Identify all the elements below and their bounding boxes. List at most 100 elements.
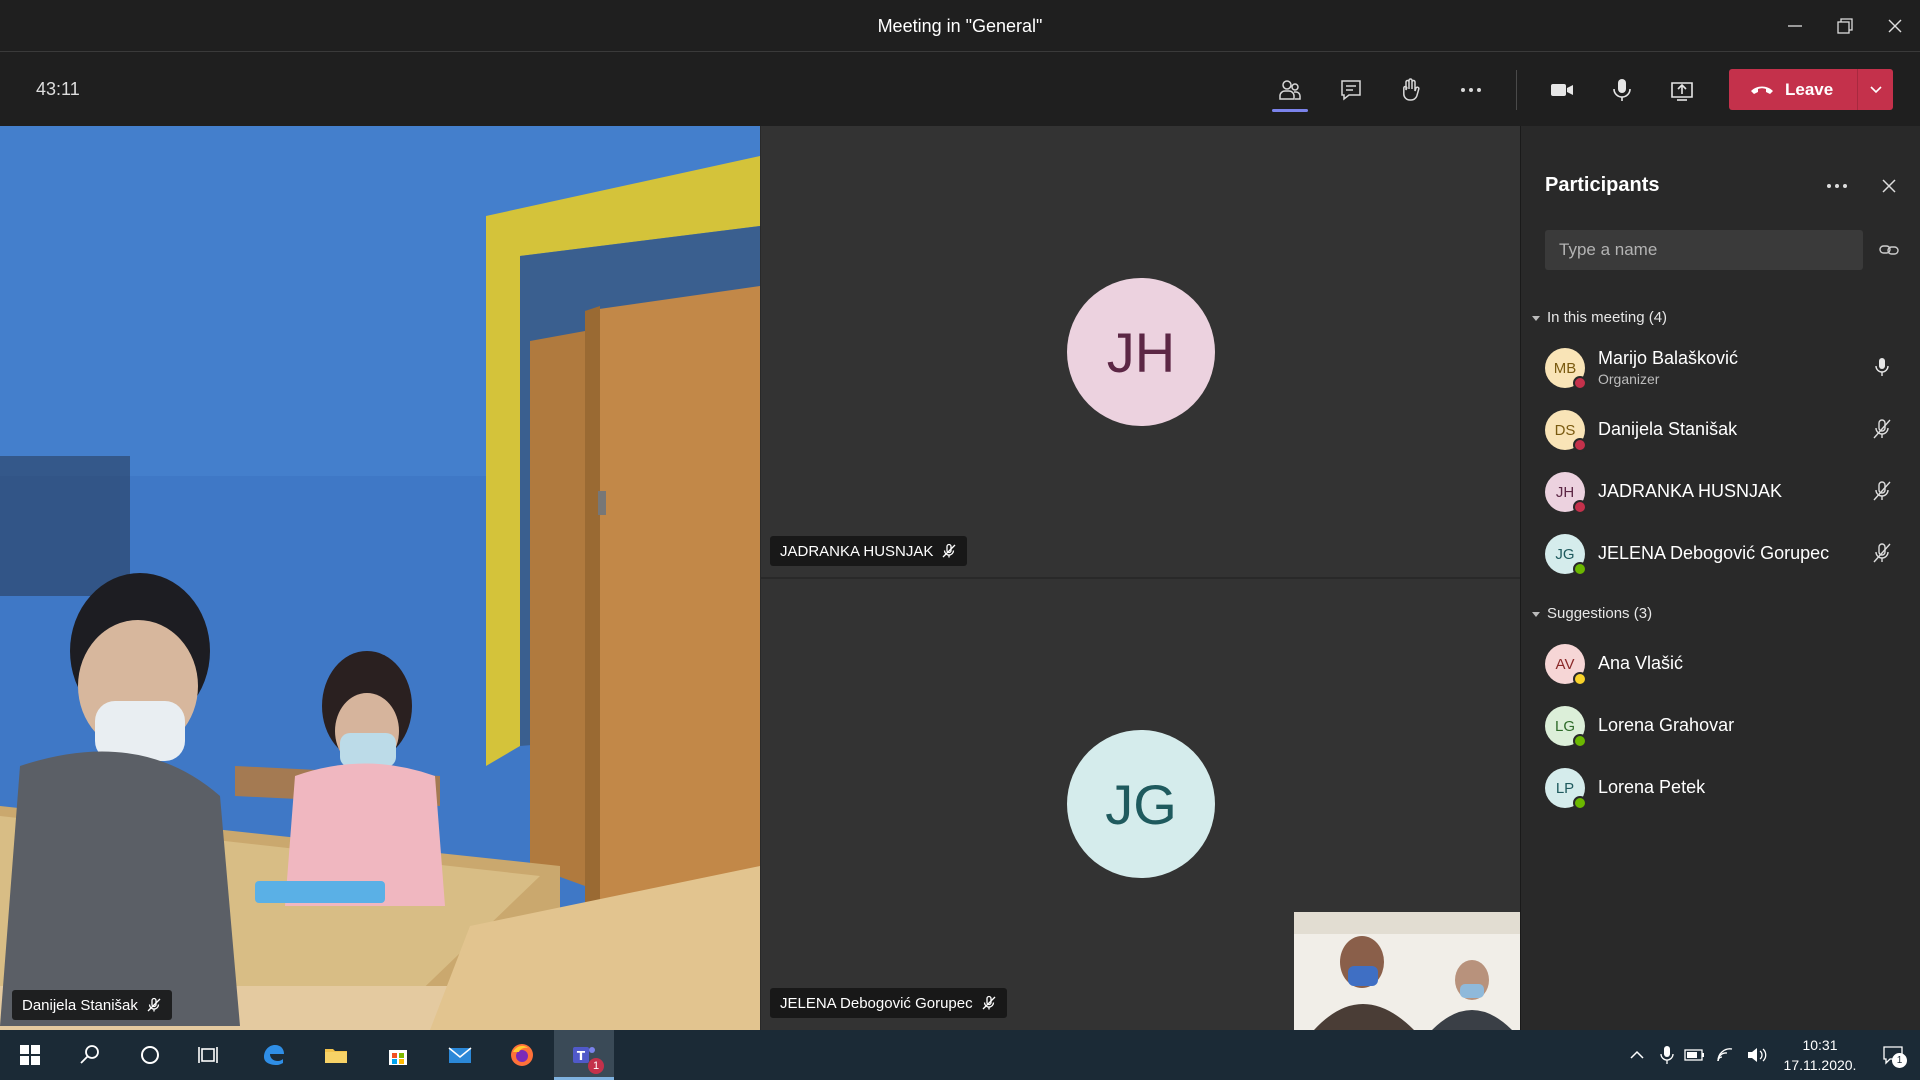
title-bar: Meeting in "General" [0, 0, 1920, 52]
show-chat-button[interactable] [1327, 66, 1375, 114]
status-available-icon [1573, 796, 1587, 810]
participants-icon [1279, 80, 1301, 100]
participant-name: Danijela Stanišak [1598, 419, 1738, 439]
taskbar-teams[interactable]: T 1 [554, 1030, 614, 1080]
taskbar-store[interactable] [368, 1030, 428, 1080]
panel-more-options-button[interactable] [1821, 170, 1853, 202]
show-participants-button[interactable] [1266, 66, 1314, 114]
status-available-icon [1573, 562, 1587, 576]
restore-button[interactable] [1820, 0, 1870, 52]
self-video-image [1294, 912, 1520, 1030]
close-window-button[interactable] [1870, 0, 1920, 52]
tray-microphone[interactable] [1654, 1043, 1680, 1067]
start-button[interactable] [0, 1030, 60, 1080]
action-center-button[interactable]: 1 [1880, 1043, 1907, 1068]
more-actions-button[interactable] [1447, 66, 1495, 114]
leave-options-button[interactable] [1858, 69, 1893, 110]
svg-text:T: T [577, 1049, 586, 1063]
taskbar-mail[interactable] [430, 1030, 490, 1080]
share-invite-button[interactable] [1873, 234, 1905, 266]
participant-row[interactable]: DS Danijela Stanišak [1521, 402, 1919, 458]
taskbar-firefox[interactable] [492, 1030, 552, 1080]
chat-icon [1341, 80, 1361, 101]
cortana-icon [141, 1046, 159, 1064]
avatar-initials: LP [1555, 779, 1575, 797]
classroom-video-image [0, 126, 760, 1030]
taskbar-search-button[interactable] [60, 1030, 120, 1080]
mic-icon [1875, 358, 1889, 376]
mic-muted-icon [1873, 419, 1891, 439]
avatar: DS [1545, 410, 1587, 452]
participant-tile-jh[interactable]: JH JADRANKA HUSNJAK [761, 126, 1520, 577]
show-hidden-icons-button[interactable] [1624, 1043, 1650, 1067]
notification-badge: 1 [1892, 1053, 1907, 1068]
leave-label: Leave [1785, 79, 1834, 99]
avatar: JG [1545, 534, 1587, 576]
avatar: LG [1545, 706, 1587, 748]
raise-hand-icon [1403, 78, 1420, 101]
mic-muted-icon [1873, 481, 1891, 501]
taskbar-clock[interactable]: 10:31 17.11.2020. [1765, 1035, 1875, 1075]
video-feed-danijela[interactable]: Danijela Stanišak [0, 126, 760, 1030]
avatar-initials: JG [1555, 545, 1575, 563]
more-options-icon [1827, 184, 1847, 188]
suggestion-row[interactable]: AV Ana Vlašić [1521, 636, 1919, 692]
status-busy-icon [1573, 376, 1587, 390]
avatar-initials: AV [1555, 655, 1575, 673]
avatar: JH [1067, 278, 1215, 426]
mic-muted-icon [982, 995, 996, 1010]
avatar-initials: MB [1553, 359, 1577, 377]
status-busy-icon [1573, 500, 1587, 514]
mic-muted-icon [942, 543, 956, 558]
participant-search-input[interactable] [1545, 230, 1863, 270]
raise-hand-button[interactable] [1386, 66, 1434, 114]
taskbar-edge[interactable] [244, 1030, 304, 1080]
share-screen-button[interactable] [1658, 66, 1706, 114]
task-view-button[interactable] [180, 1030, 240, 1080]
teams-badge: 1 [588, 1058, 604, 1074]
avatar: AV [1545, 644, 1587, 686]
suggestion-row[interactable]: LG Lorena Grahovar [1521, 698, 1919, 754]
tray-battery[interactable] [1682, 1043, 1708, 1067]
video-participant-name: Danijela Stanišak [22, 996, 138, 1014]
participants-panel: Participants In this meeting (4) MB Mari… [1520, 126, 1920, 1030]
participant-name: JADRANKA HUSNJAK [780, 542, 934, 560]
participant-row[interactable]: MB Marijo Balašković Organizer [1521, 340, 1919, 396]
tray-network[interactable] [1712, 1043, 1738, 1067]
clock-time: 10:31 [1802, 1037, 1838, 1053]
participant-row[interactable]: JH JADRANKA HUSNJAK [1521, 464, 1919, 520]
suggestions-section-header[interactable]: Suggestions (3) [1531, 605, 1652, 622]
hang-up-icon [1751, 86, 1773, 94]
search-icon [80, 1045, 99, 1064]
in-meeting-section-header[interactable]: In this meeting (4) [1531, 309, 1667, 326]
cortana-button[interactable] [120, 1030, 180, 1080]
suggestion-row[interactable]: LP Lorena Petek [1521, 760, 1919, 816]
meeting-toolbar: 43:11 Leave [0, 52, 1920, 126]
battery-icon [1684, 1049, 1704, 1061]
leave-button[interactable]: Leave [1729, 69, 1857, 110]
microphone-icon [1660, 1046, 1674, 1064]
mic-icon [1613, 79, 1631, 101]
wifi-icon [1717, 1048, 1733, 1062]
status-busy-icon [1573, 438, 1587, 452]
minimize-button[interactable] [1770, 0, 1820, 52]
close-icon [1888, 19, 1902, 33]
avatar: JG [1067, 730, 1215, 878]
panel-title: Participants [1545, 174, 1660, 196]
avatar: JH [1545, 472, 1587, 514]
self-video-preview[interactable] [1294, 912, 1520, 1030]
taskbar-file-explorer[interactable] [306, 1030, 366, 1080]
mic-muted-icon [147, 997, 161, 1012]
camera-icon [1551, 84, 1573, 96]
avatar-initials: LG [1554, 717, 1575, 735]
mic-toggle-button[interactable] [1598, 66, 1646, 114]
camera-toggle-button[interactable] [1538, 66, 1586, 114]
participant-name-tag: JADRANKA HUSNJAK [770, 536, 968, 566]
close-panel-button[interactable] [1873, 170, 1905, 202]
meeting-timer: 43:11 [36, 79, 80, 99]
avatar-initials: JH [1555, 483, 1575, 501]
edge-icon [264, 1045, 284, 1065]
participant-name: Marijo Balašković [1598, 348, 1739, 368]
participant-row[interactable]: JG JELENA Debogović Gorupec [1521, 526, 1919, 582]
status-available-icon [1573, 734, 1587, 748]
